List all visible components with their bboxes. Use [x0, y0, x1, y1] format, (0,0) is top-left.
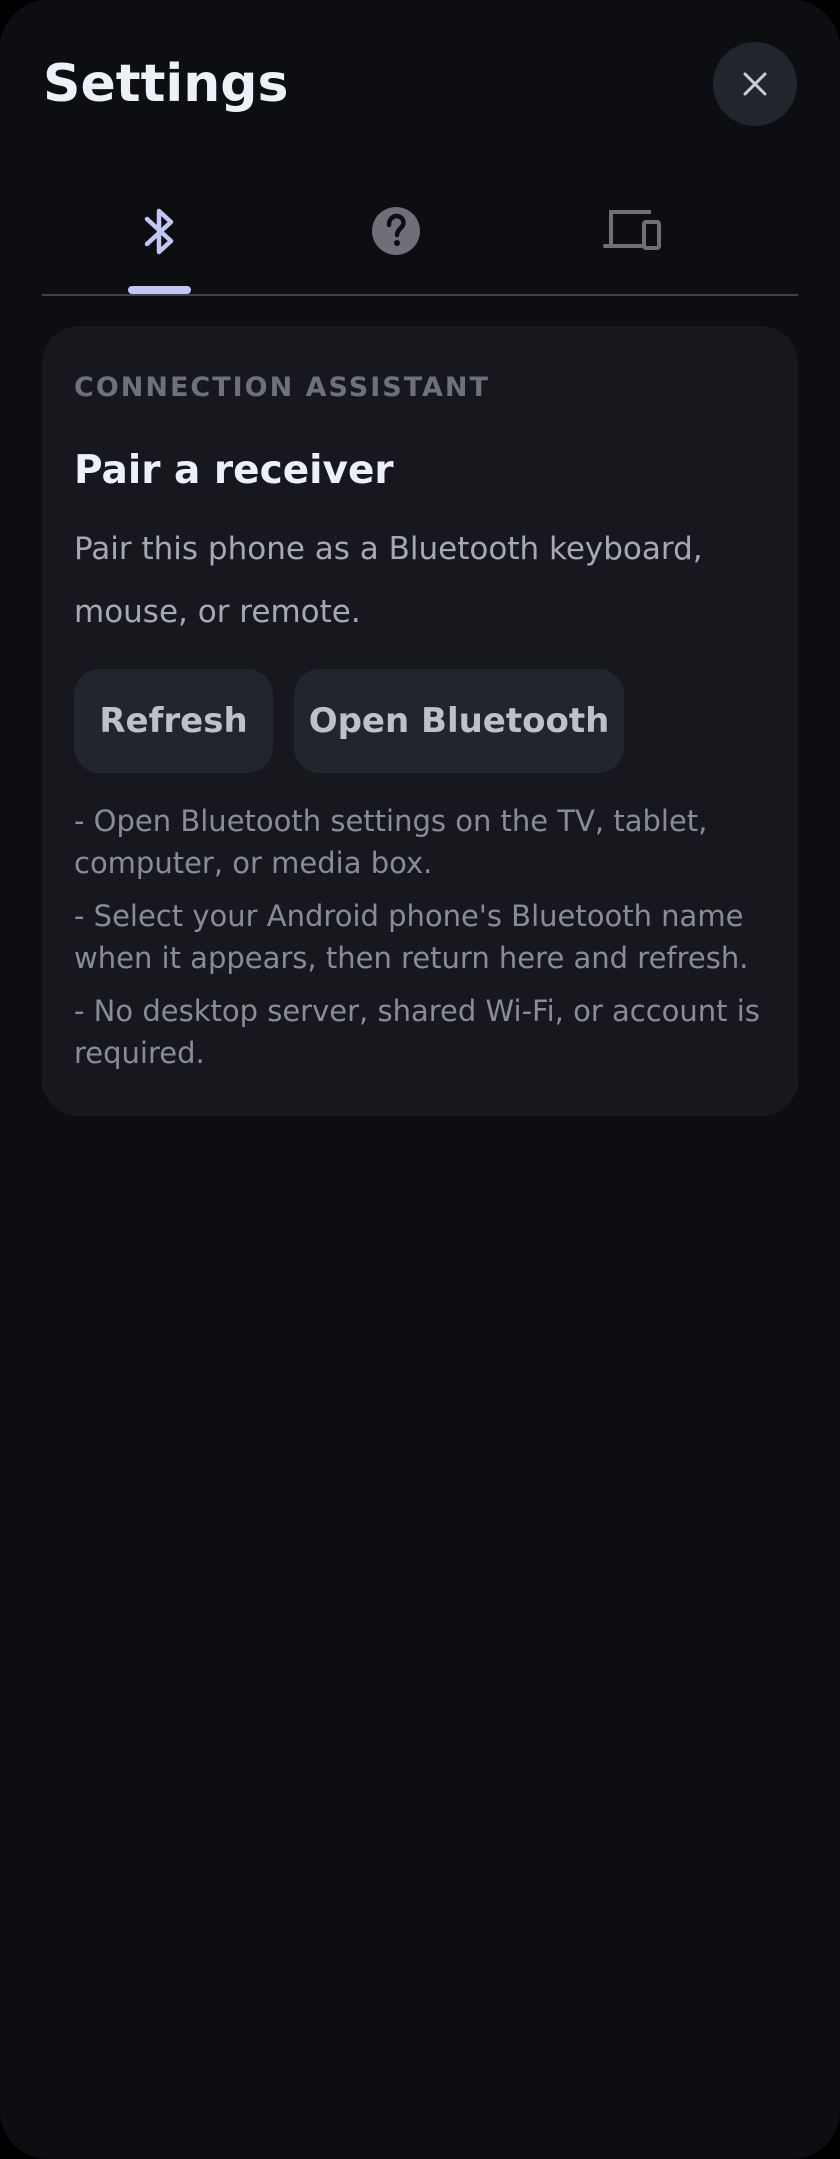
open-bluetooth-button[interactable]: Open Bluetooth — [294, 669, 624, 773]
refresh-button[interactable]: Refresh — [74, 669, 273, 773]
instruction-item: - No desktop server, shared Wi-Fi, or ac… — [74, 994, 760, 1070]
bluetooth-icon — [144, 208, 174, 255]
card-description: Pair this phone as a Bluetooth keyboard,… — [74, 531, 703, 630]
devices-icon — [603, 210, 661, 250]
tab-help[interactable] — [336, 180, 456, 292]
tab-bar — [42, 180, 798, 296]
instruction-item: - Open Bluetooth settings on the TV, tab… — [74, 804, 708, 880]
help-icon — [372, 207, 420, 255]
instructions-list: - Open Bluetooth settings on the TV, tab… — [74, 800, 774, 1085]
page-title: Settings — [43, 54, 289, 114]
close-button[interactable] — [713, 42, 797, 126]
card-eyebrow: CONNECTION ASSISTANT — [74, 372, 490, 403]
instruction-item: - Select your Android phone's Bluetooth … — [74, 899, 749, 975]
connection-assistant-card: CONNECTION ASSISTANT Pair a receiver Pai… — [42, 326, 798, 1116]
close-icon — [743, 72, 767, 96]
card-title: Pair a receiver — [74, 448, 394, 493]
settings-screen: Settings CONNECTION ASSISTANT Pair a rec… — [0, 0, 840, 2159]
tab-devices[interactable] — [573, 180, 693, 292]
tab-bluetooth[interactable] — [100, 180, 220, 292]
tab-selected-indicator — [128, 286, 191, 294]
